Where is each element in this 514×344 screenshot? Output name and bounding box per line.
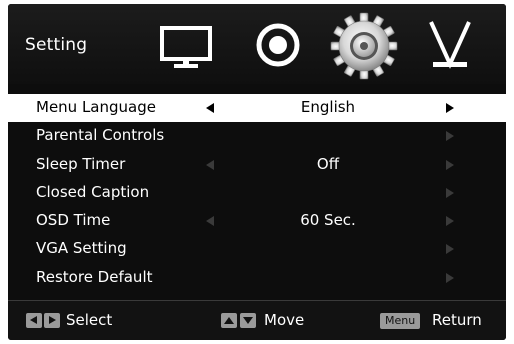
menu-item-value: Off [316,154,340,173]
right-arrow-icon[interactable] [446,244,454,255]
right-arrow-icon[interactable] [446,159,454,170]
left-arrow-icon[interactable] [206,159,214,170]
up-key-icon [221,313,237,328]
menu-item-value: 60 Sec. [300,211,356,230]
footer-hint-bar: Select Move Menu Return [8,301,506,340]
right-arrow-icon[interactable] [446,272,454,283]
menu-key-badge: Menu [380,313,421,329]
settings-menu: Menu Language English Parental Controls … [8,94,506,292]
menu-item-closed-caption[interactable]: Closed Caption [8,179,506,207]
left-key-icon [26,313,42,328]
right-key-icon [44,313,60,328]
menu-item-label: OSD Time [36,211,111,230]
right-arrow-icon[interactable] [446,216,454,227]
return-hint-label: Return [432,311,482,329]
menu-item-osd-time[interactable]: OSD Time 60 Sec. [8,207,506,235]
menu-item-menu-language[interactable]: Menu Language English [8,94,506,123]
menu-item-value: English [300,98,356,116]
menu-item-label: Restore Default [36,267,153,286]
left-arrow-icon[interactable] [206,216,214,227]
antenna-icon[interactable] [425,18,475,72]
menu-item-label: Parental Controls [36,126,165,145]
menu-item-parental-controls[interactable]: Parental Controls [8,122,506,150]
down-key-icon [240,313,256,328]
gear-icon[interactable] [328,10,400,82]
tv-icon[interactable] [158,22,214,72]
menu-item-label: Sleep Timer [36,154,126,173]
menu-item-restore-default[interactable]: Restore Default [8,264,506,292]
speaker-icon[interactable] [253,20,303,70]
right-arrow-icon[interactable] [446,187,454,198]
page-title: Setting [25,35,88,55]
osd-menu-window: Setting Menu Language English Parental C… [8,4,506,340]
right-arrow-icon[interactable] [446,131,454,142]
menu-item-label: Closed Caption [36,182,150,201]
select-hint-label: Select [66,311,113,329]
header-bar: Setting [8,4,506,84]
menu-item-label: VGA Setting [36,239,127,258]
menu-item-label: Menu Language [36,98,156,116]
menu-item-sleep-timer[interactable]: Sleep Timer Off [8,151,506,179]
left-arrow-icon[interactable] [206,103,214,113]
move-hint-label: Move [264,311,305,329]
menu-item-vga-setting[interactable]: VGA Setting [8,235,506,263]
right-arrow-icon[interactable] [446,103,454,113]
